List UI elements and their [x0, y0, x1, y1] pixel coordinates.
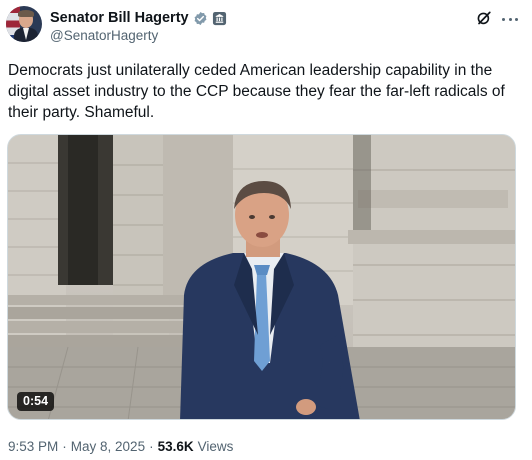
author-display-name[interactable]: Senator Bill Hagerty [50, 10, 189, 26]
tweet-time[interactable]: 9:53 PM [8, 439, 58, 454]
more-options-icon[interactable] [502, 11, 518, 27]
author-name-row: Senator Bill Hagerty [50, 9, 227, 27]
verified-badge-icon [193, 11, 208, 26]
tweet: Senator Bill Hagerty @SenatorHagerty Dem… [0, 0, 532, 460]
tweet-date[interactable]: May 8, 2025 [71, 439, 145, 454]
views-count[interactable]: 53.6K [158, 439, 194, 454]
tweet-text: Democrats just unilaterally ceded Americ… [8, 62, 505, 121]
avatar-hair [18, 10, 34, 17]
avatar[interactable] [6, 6, 42, 42]
grok-icon[interactable] [476, 10, 492, 26]
meta-separator: · [149, 439, 154, 454]
author-handle[interactable]: @SenatorHagerty [50, 28, 158, 43]
video-player[interactable] [7, 134, 516, 420]
tweet-meta: 9:53 PM · May 8, 2025 · 53.6K Views [8, 439, 233, 454]
video-frame [8, 135, 515, 419]
video-duration: 0:54 [17, 392, 55, 411]
meta-separator: · [62, 439, 67, 454]
government-building-icon [212, 11, 227, 26]
views-label: Views [197, 439, 234, 454]
